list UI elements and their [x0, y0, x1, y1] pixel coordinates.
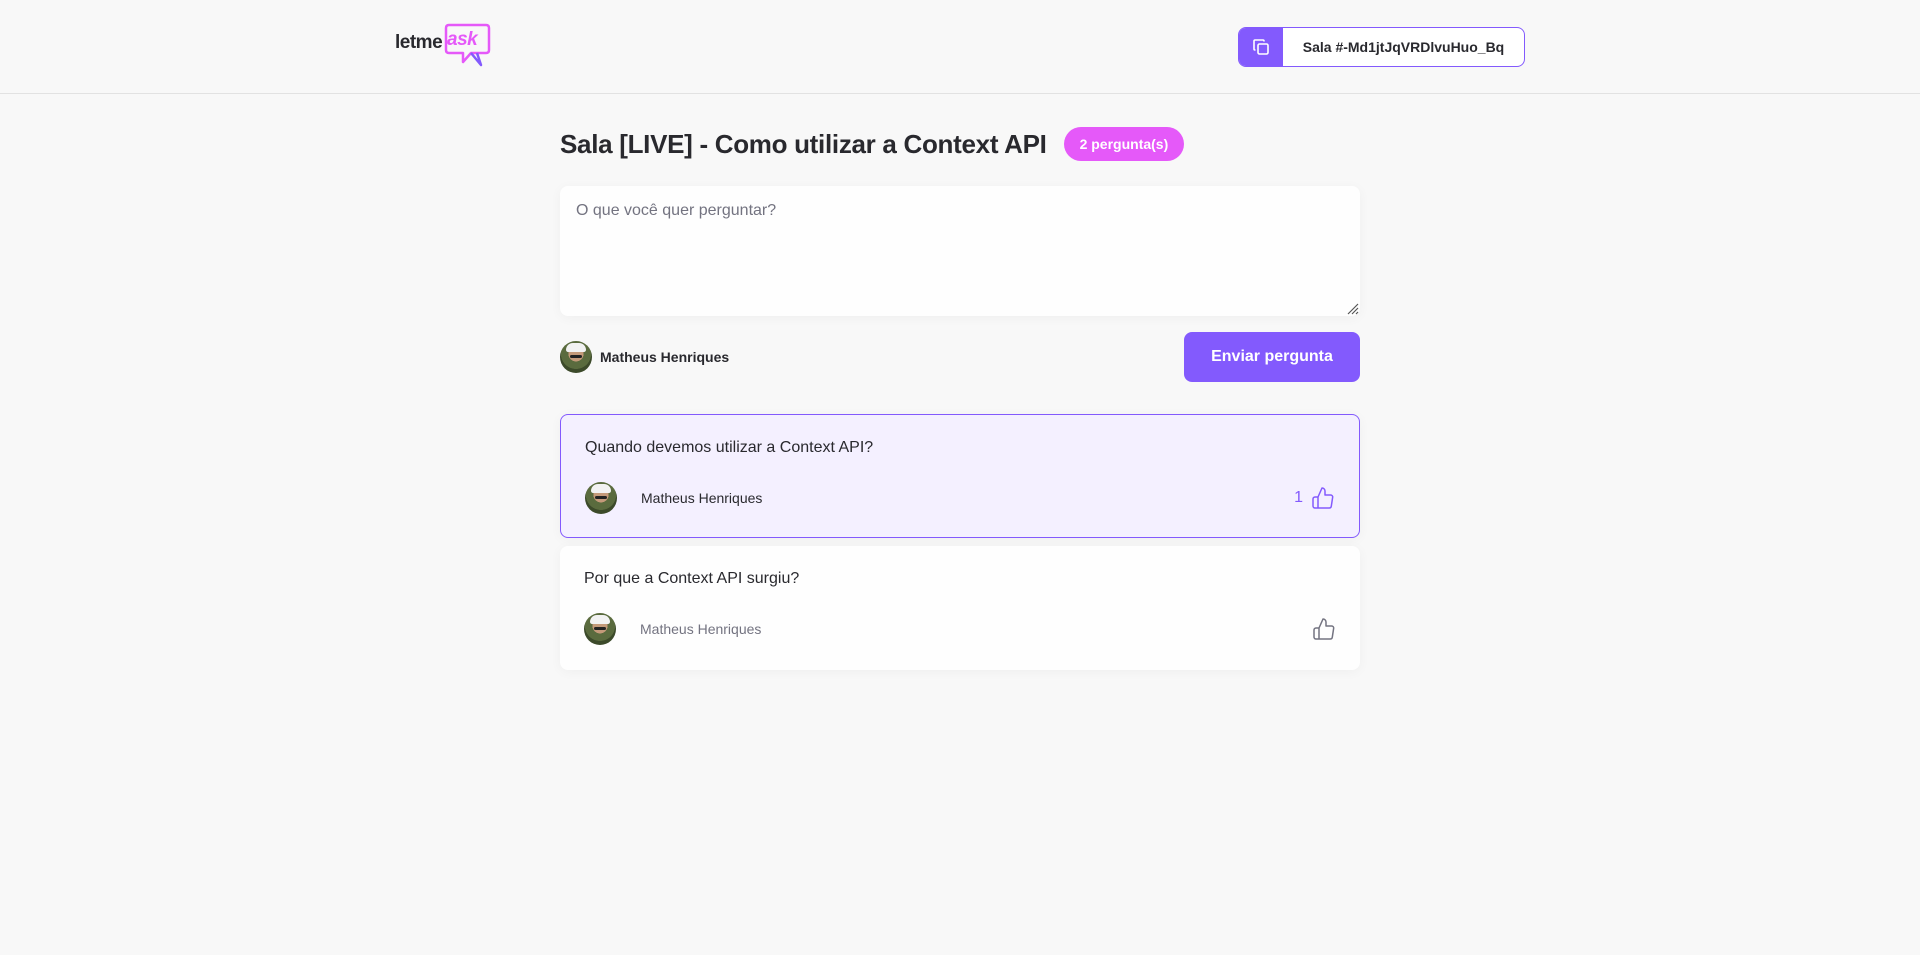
room-code-label: Sala #-Md1jtJqVRDlvuHuo_Bq [1302, 39, 1505, 55]
room-title-row: Sala [LIVE] - Como utilizar a Context AP… [560, 127, 1185, 161]
logo-text-ask: ask [447, 29, 478, 50]
resize-handle-icon[interactable] [1345, 301, 1359, 315]
logo-text-letme: letme [395, 32, 443, 53]
current-user: Matheus Henriques [560, 341, 729, 373]
question-footer: Matheus Henriques [584, 613, 1336, 645]
thumbs-up-icon [1312, 487, 1334, 509]
thumbs-up-icon [1313, 618, 1335, 640]
question-footer: Matheus Henriques 1 [585, 482, 1335, 514]
copy-icon-svg [1253, 39, 1269, 55]
page-header: letme ask Sala #-Md1jtJqVRDlvuHuo_Bq [0, 0, 1920, 94]
question-form [560, 186, 1360, 316]
like-count: 1 [1294, 489, 1303, 506]
page-title: Sala [LIVE] - Como utilizar a Context AP… [560, 128, 1047, 159]
like-button[interactable] [1304, 617, 1336, 641]
current-user-name: Matheus Henriques [600, 349, 730, 365]
letmeask-logo[interactable]: letme ask [395, 22, 491, 70]
copy-icon[interactable] [1239, 28, 1283, 66]
question-count-badge: 2 pergunta(s) [1063, 127, 1185, 161]
question-author-name: Matheus Henriques [641, 490, 763, 506]
avatar [560, 341, 592, 373]
question-author: Matheus Henriques [585, 482, 762, 514]
question-input[interactable] [560, 186, 1360, 316]
question-card: Quando devemos utilizar a Context API? M… [560, 414, 1360, 538]
send-question-button[interactable]: Enviar pergunta [1184, 332, 1360, 382]
question-author: Matheus Henriques [584, 613, 761, 645]
avatar [584, 613, 616, 645]
question-author-name: Matheus Henriques [640, 621, 762, 637]
question-content: Por que a Context API surgiu? [584, 570, 800, 587]
room-code-button[interactable]: Sala #-Md1jtJqVRDlvuHuo_Bq [1238, 27, 1525, 67]
question-card: Por que a Context API surgiu? Matheus He… [560, 546, 1360, 670]
like-button[interactable]: 1 [1294, 486, 1335, 510]
question-content: Quando devemos utilizar a Context API? [585, 439, 874, 456]
form-footer: Matheus Henriques Enviar pergunta [560, 332, 1360, 382]
avatar [585, 482, 617, 514]
